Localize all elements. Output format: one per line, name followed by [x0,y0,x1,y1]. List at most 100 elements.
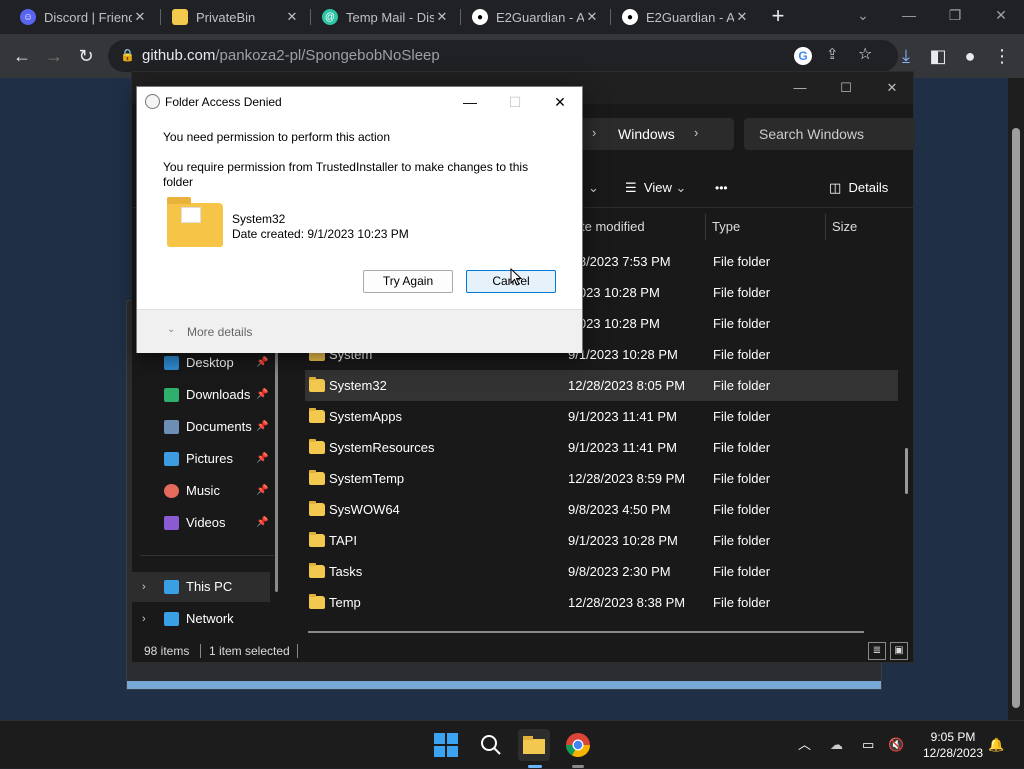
tab-search-icon[interactable]: ⌄ [840,0,886,30]
show-hidden-icons[interactable]: ︿ [798,721,811,769]
nav-item-pictures[interactable]: Pictures 📌 [132,444,270,474]
chrome-icon [566,733,590,758]
network-status-icon[interactable]: ▭ [862,721,874,769]
minimize-icon[interactable]: — [447,87,493,117]
column-type[interactable]: Type [712,214,740,240]
list-item[interactable]: Temp 12/28/2023 8:38 PM File folder [305,587,898,618]
nav-item-network[interactable]: › Network [132,604,270,634]
list-item[interactable]: SystemResources 9/1/2023 11:41 PM File fol… [305,432,898,463]
list-item[interactable]: TAPI 9/1/2023 10:28 PM File folder [305,525,898,556]
folder-name: System32 [232,212,286,226]
list-item[interactable]: SystemTemp 12/28/2023 8:59 PM File folder [305,463,898,494]
tab-discord[interactable]: ☺ Discord | Friends ✕ [10,0,158,34]
nav-item-downloads[interactable]: Downloads 📌 [132,380,270,410]
tab-title: PrivateBin [196,9,256,25]
nav-item-documents[interactable]: Documents 📌 [132,412,270,442]
list-item[interactable]: SysWOW64 9/8/2023 4:50 PM File folder [305,494,898,525]
file-list-scrollbar[interactable] [905,448,908,494]
close-icon[interactable]: ✕ [132,9,148,25]
more-options-button[interactable]: ••• [715,176,728,200]
list-item-selected[interactable]: System32 12/28/2023 8:05 PM File folder [305,370,898,401]
column-separator[interactable] [825,214,826,240]
column-size[interactable]: Size [832,214,857,240]
profile-icon[interactable]: ● [956,42,984,70]
close-icon[interactable]: ✕ [584,9,600,25]
lock-icon: 🔒 [120,48,135,62]
search-button[interactable] [475,729,507,761]
taskbar-file-explorer[interactable] [518,729,550,761]
dialog-app-icon [145,94,160,109]
nav-item-music[interactable]: Music 📌 [132,476,270,506]
close-icon[interactable]: ✕ [434,9,450,25]
close-icon[interactable]: ✕ [869,72,915,104]
maximize-icon[interactable]: ☐ [823,72,869,104]
clock[interactable]: 9:05 PM 12/28/2023 [918,721,988,769]
google-lens-icon[interactable]: G [794,47,812,65]
onedrive-icon[interactable]: ☁ [830,721,843,769]
tab-separator [610,9,611,25]
list-item[interactable]: Tasks 9/8/2023 2:30 PM File folder [305,556,898,587]
volume-muted-icon[interactable]: 🔇 [888,721,904,769]
minimize-icon[interactable]: — [777,72,823,104]
back-icon[interactable]: ← [8,42,36,70]
scrollbar-thumb[interactable] [1012,128,1020,708]
column-separator[interactable] [705,214,706,240]
view-button[interactable]: ☰ View ⌄ [625,176,686,200]
horizontal-scrollbar[interactable] [308,631,864,633]
tab-e2guardian-1[interactable]: ● E2Guardian - A ✕ [462,0,610,34]
downloads-icon [164,388,179,402]
reload-icon[interactable]: ↻ [72,42,100,70]
breadcrumb[interactable]: › Windows › [572,118,734,150]
mouse-cursor-icon [510,268,522,286]
folder-icon [167,197,223,247]
this-pc-icon [164,580,179,594]
chevron-down-icon[interactable]: ⌄ [588,176,599,200]
windows-logo-icon [434,733,458,757]
tab-privatebin[interactable]: PrivateBin ✕ [162,0,310,34]
folder-icon [309,594,325,609]
tab-e2guardian-2[interactable]: ● E2Guardian - A ✕ [612,0,760,34]
close-icon[interactable]: ✕ [284,9,300,25]
try-again-button[interactable]: Try Again [363,270,453,293]
tempmail-icon: @ [322,9,338,25]
card-accent-bar [127,681,881,689]
address-bar[interactable]: 🔒 github.com/pankoza2-pl/SpongebobNoSlee… [108,40,898,72]
more-details-link[interactable]: More details [187,325,252,339]
list-item[interactable]: SystemApps 9/1/2023 11:41 PM File folder [305,401,898,432]
nav-pane-scrollbar[interactable] [275,322,278,592]
status-separator [297,644,298,658]
dialog-message-detail: You require permission from TrustedInsta… [163,160,529,189]
bookmark-star-icon[interactable]: ☆ [858,44,872,64]
folder-icon [309,501,325,516]
tab-title: E2Guardian - A [646,9,734,25]
new-tab-button[interactable]: + [766,5,790,29]
side-panel-icon[interactable]: ◧ [924,42,952,70]
share-icon[interactable]: ⇪ [826,45,839,63]
notification-bell-icon[interactable]: 🔔 [988,721,1004,769]
nav-item-videos[interactable]: Videos 📌 [132,508,270,538]
chevron-right-icon[interactable]: › [142,572,146,602]
large-icons-view-icon[interactable]: ▣ [890,642,908,660]
nav-item-this-pc[interactable]: › This PC [132,572,270,602]
restore-icon[interactable]: ❐ [932,0,978,30]
close-window-icon[interactable]: ✕ [978,0,1024,30]
page-scrollbar[interactable] [1008,78,1024,720]
close-icon[interactable]: ✕ [537,87,583,117]
nav-divider [140,555,274,556]
close-icon[interactable]: ✕ [734,9,750,25]
start-button[interactable] [430,729,462,761]
chevron-down-icon[interactable]: ⌄ [167,324,175,335]
search-input[interactable]: Search Windows [744,118,915,150]
details-pane-button[interactable]: ◫ Details [829,176,888,200]
minimize-icon[interactable]: — [886,0,932,30]
chevron-right-icon[interactable]: › [142,604,146,634]
folder-icon [309,563,325,578]
download-icon[interactable]: ⤓ [892,42,920,70]
forward-icon[interactable]: → [40,42,68,70]
tab-tempmail[interactable]: @ Temp Mail - Dis ✕ [312,0,460,34]
details-view-icon[interactable]: ≣ [868,642,886,660]
taskbar-chrome[interactable] [562,729,594,761]
column-date-modified[interactable]: te modified [581,214,645,240]
menu-icon[interactable]: ⋮ [988,42,1016,70]
url-text: github.com/pankoza2-pl/SpongebobNoSleep [142,47,440,64]
